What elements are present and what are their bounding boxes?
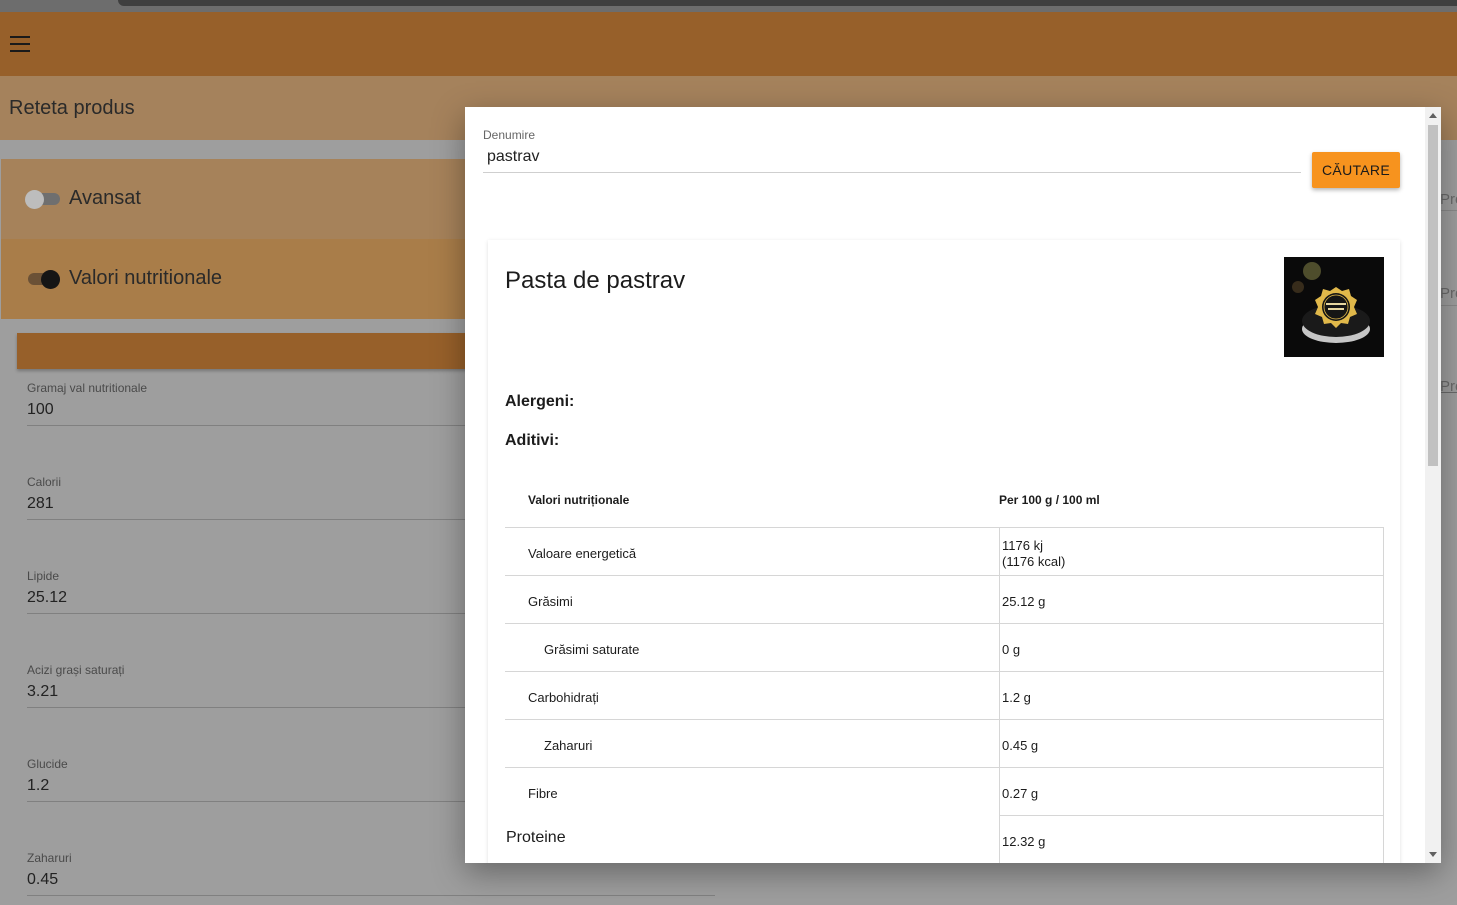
nutrition-header-value: Per 100 g / 100 ml: [999, 493, 1100, 507]
nutrition-name: Carbohidrați: [528, 690, 599, 705]
avansat-switch[interactable]: [25, 190, 61, 209]
dialog-scrollbar[interactable]: [1425, 107, 1441, 863]
right-peek-underline: [1440, 305, 1457, 306]
right-peek-underline: [1440, 210, 1457, 211]
valori-nutritionale-label: Valori nutritionale: [69, 267, 223, 289]
nutrition-value: 0 g: [999, 624, 1384, 672]
right-peek-link[interactable]: Pre: [1440, 378, 1457, 395]
allergens-heading: Alergeni:: [505, 393, 575, 410]
nutrition-name: Zaharuri: [544, 738, 593, 753]
toggle-row-valori-nutritionale[interactable]: Valori nutritionale: [1, 239, 471, 319]
nutrition-name: Fibre: [528, 786, 558, 801]
avansat-label: Avansat: [69, 187, 141, 209]
nutrition-value: 25.12 g: [999, 576, 1384, 624]
nutrition-name: Grăsimi: [528, 594, 573, 609]
additives-heading: Aditivi:: [505, 432, 560, 449]
product-jar-image: [1284, 257, 1384, 357]
app-bar: [0, 12, 1457, 76]
energy-kcal: (1176 kcal): [1002, 554, 1066, 569]
energy-kj: 1176 kj: [1002, 538, 1043, 553]
nutrition-row: Grăsimi 25.12 g: [505, 575, 1384, 624]
nutrition-row: Valoare energetică 1176 kj (1176 kcal): [505, 527, 1384, 576]
nutrition-row: Carbohidrați 1.2 g: [505, 671, 1384, 720]
product-search-dialog: Denumire CĂUTARE Pasta de pastrav Alerge…: [465, 107, 1441, 863]
page-title: Reteta produs: [9, 97, 135, 119]
denumire-field[interactable]: Denumire: [483, 128, 1301, 173]
nutrition-row: Fibre 0.27 g: [505, 767, 1384, 816]
nutrition-name: Proteine: [506, 829, 566, 846]
nutrition-row: Grăsimi saturate 0 g: [505, 623, 1384, 672]
nutrition-value: 1176 kj (1176 kcal): [999, 528, 1384, 576]
nutrition-value: 0.45 g: [999, 720, 1384, 768]
product-title: Pasta de pastrav: [505, 267, 686, 294]
toggles-card: Avansat Valori nutritionale: [1, 159, 471, 319]
hamburger-menu-icon[interactable]: [10, 36, 32, 52]
section-bar: [17, 333, 477, 369]
field-value[interactable]: 0.45: [27, 871, 715, 896]
browser-tab-strip: [118, 0, 1457, 6]
scroll-up-arrow-icon[interactable]: [1429, 113, 1437, 118]
nutrition-name: Valoare energetică: [528, 546, 637, 561]
nutrition-value: 1.2 g: [999, 672, 1384, 720]
right-peek-label: Pre: [1440, 191, 1457, 208]
nutrition-name: Grăsimi saturate: [544, 642, 640, 657]
browser-top-strip: [0, 0, 1457, 12]
denumire-input[interactable]: [483, 142, 1301, 173]
nutrition-row: Zaharuri 0.45 g: [505, 719, 1384, 768]
right-peek-label: Pre: [1440, 285, 1457, 302]
toggle-row-avansat[interactable]: Avansat: [1, 159, 471, 239]
product-card: Pasta de pastrav Alergeni: Aditivi: Valo…: [488, 240, 1400, 863]
nutrition-value: 12.32 g: [999, 815, 1384, 863]
search-button[interactable]: CĂUTARE: [1312, 152, 1400, 188]
nutrition-header-name: Valori nutriționale: [528, 493, 630, 507]
valori-nutritionale-switch[interactable]: [25, 270, 61, 289]
scrollbar-thumb[interactable]: [1428, 125, 1438, 466]
scroll-down-arrow-icon[interactable]: [1429, 852, 1437, 857]
nutrition-value: 0.27 g: [999, 768, 1384, 816]
denumire-label: Denumire: [483, 128, 536, 142]
nutrition-row: Proteine 12.32 g: [505, 815, 1384, 863]
